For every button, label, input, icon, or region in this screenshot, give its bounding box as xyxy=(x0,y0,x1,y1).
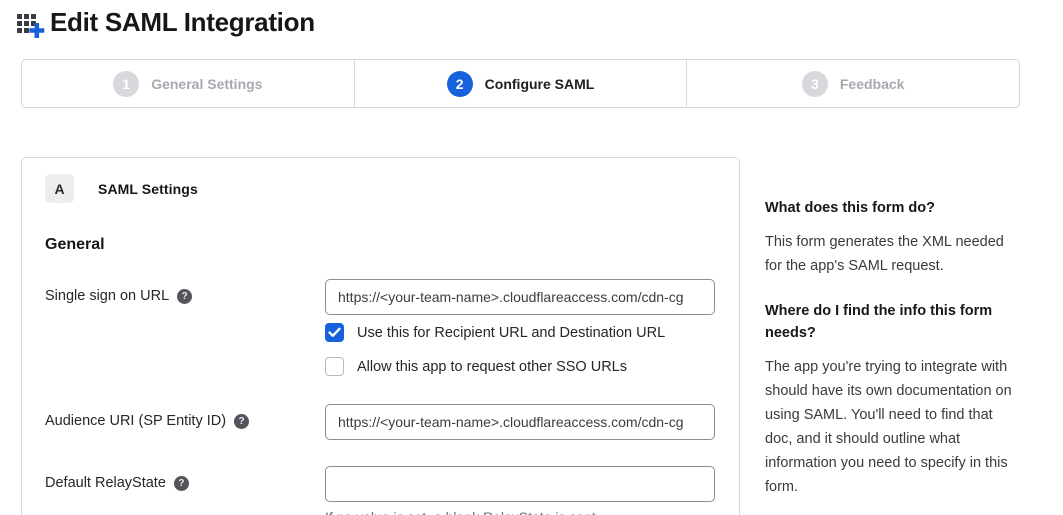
recipient-destination-checkbox-row: Use this for Recipient URL and Destinati… xyxy=(325,323,715,342)
single-sign-on-url-input[interactable] xyxy=(325,279,715,315)
panel-header: A SAML Settings xyxy=(45,174,715,203)
default-relaystate-input[interactable] xyxy=(325,466,715,502)
app-grid-add-icon xyxy=(16,8,46,40)
step-label: General Settings xyxy=(151,76,262,92)
default-relaystate-label: Default RelayState xyxy=(45,475,166,491)
help-icon[interactable]: ? xyxy=(174,476,189,491)
saml-settings-panel: A SAML Settings General Single sign on U… xyxy=(21,157,740,515)
recipient-destination-checkbox-label: Use this for Recipient URL and Destinati… xyxy=(357,325,665,341)
field-input-cell xyxy=(325,279,715,315)
step-label: Feedback xyxy=(840,76,905,92)
page-title: Edit SAML Integration xyxy=(50,7,315,38)
help-section-what: What does this form do? This form genera… xyxy=(765,197,1013,278)
audience-uri-input[interactable] xyxy=(325,404,715,440)
help-section-body: This form generates the XML needed for t… xyxy=(765,230,1013,278)
section-a-badge: A xyxy=(45,174,74,203)
field-label-cell: Audience URI (SP Entity ID) ? xyxy=(45,404,325,429)
check-icon xyxy=(328,327,341,338)
step-general-settings[interactable]: 1 General Settings xyxy=(22,60,355,107)
relaystate-helper-text: If no value is set, a blank RelayState i… xyxy=(325,509,715,515)
other-sso-urls-checkbox-label: Allow this app to request other SSO URLs xyxy=(357,359,627,375)
page-header: Edit SAML Integration xyxy=(16,6,315,38)
panel-section-title: SAML Settings xyxy=(98,181,198,197)
other-sso-urls-checkbox-row: Allow this app to request other SSO URLs xyxy=(325,357,715,376)
help-section-where: Where do I find the info this form needs… xyxy=(765,300,1013,499)
step-number-badge: 1 xyxy=(113,71,139,97)
help-section-body: The app you're trying to integrate with … xyxy=(765,355,1013,499)
recipient-destination-checkbox[interactable] xyxy=(325,323,344,342)
help-section-heading: What does this form do? xyxy=(765,197,1013,219)
field-input-cell: If no value is set, a blank RelayState i… xyxy=(325,466,715,515)
field-label-cell: Default RelayState ? xyxy=(45,466,325,491)
step-label: Configure SAML xyxy=(485,76,595,92)
wizard-stepper: 1 General Settings 2 Configure SAML 3 Fe… xyxy=(21,59,1020,108)
field-row-single-sign-on-url: Single sign on URL ? xyxy=(45,279,715,315)
help-icon[interactable]: ? xyxy=(234,414,249,429)
help-icon[interactable]: ? xyxy=(177,289,192,304)
audience-uri-label: Audience URI (SP Entity ID) xyxy=(45,413,226,429)
field-input-cell xyxy=(325,404,715,440)
field-row-default-relaystate: Default RelayState ? If no value is set,… xyxy=(45,466,715,515)
help-sidebar: What does this form do? This form genera… xyxy=(765,197,1013,499)
general-group-title: General xyxy=(45,236,715,254)
step-number-badge: 3 xyxy=(802,71,828,97)
step-feedback[interactable]: 3 Feedback xyxy=(687,60,1019,107)
other-sso-urls-checkbox[interactable] xyxy=(325,357,344,376)
step-number-badge: 2 xyxy=(447,71,473,97)
field-row-audience-uri: Audience URI (SP Entity ID) ? xyxy=(45,404,715,440)
field-label-cell: Single sign on URL ? xyxy=(45,279,325,304)
help-section-heading: Where do I find the info this form needs… xyxy=(765,300,1013,344)
step-configure-saml[interactable]: 2 Configure SAML xyxy=(355,60,688,107)
single-sign-on-url-label: Single sign on URL xyxy=(45,288,169,304)
